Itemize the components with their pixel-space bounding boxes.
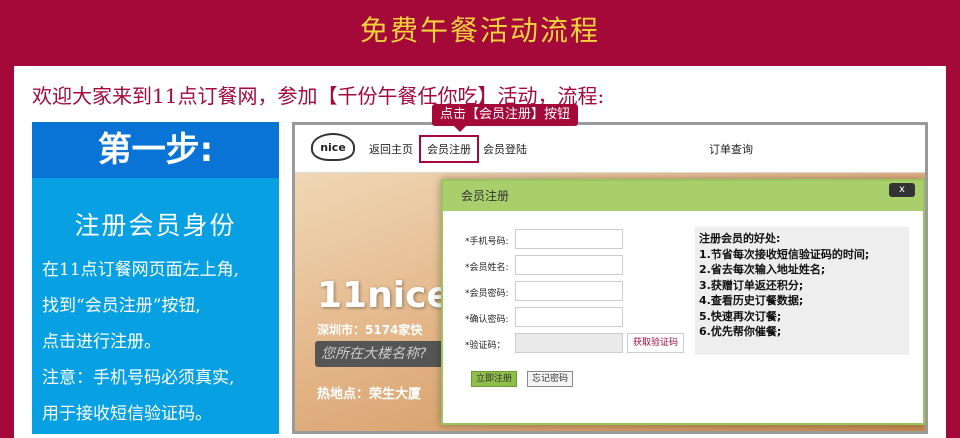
site-navbar: nice 返回主页 会员注册 会员登陆 订单查询 (295, 125, 925, 173)
step-line: 注意：手机号码必须真实, (42, 368, 235, 388)
step-heading: 第一步: (32, 122, 279, 178)
benefit-item: 5.快速再次订餐; (699, 309, 782, 323)
benefit-item: 1.节省每次接收短信验证码的时间; (699, 247, 870, 261)
confirm-password-input[interactable] (515, 307, 623, 327)
benefit-item: 3.获赠订单返还积分; (699, 278, 804, 292)
content-panel: 欢迎大家来到11点订餐网，参加【千份午餐任你吃】活动，流程: 第一步: 注册会员… (14, 66, 946, 438)
register-modal: 会员注册 x *手机号码: *会员姓名: *会员密码: *确认密码: *验证码： (441, 179, 925, 425)
step-line: 找到“会员注册”按钮, (42, 296, 201, 316)
site-screenshot: nice 返回主页 会员注册 会员登陆 订单查询 11nice 深圳市：5174… (292, 122, 928, 434)
field-label: *验证码： (465, 341, 506, 351)
get-code-button[interactable]: 获取验证码 (627, 333, 685, 353)
step-line: 用于接收短信验证码。 (42, 404, 212, 424)
nav-login-link[interactable]: 会员登陆 (483, 141, 527, 157)
field-label: *会员姓名: (465, 263, 509, 273)
page-title: 免费午餐活动流程 (359, 14, 600, 47)
modal-title: 会员注册 (443, 181, 923, 211)
forgot-password-button[interactable]: 忘记密码 (527, 371, 574, 387)
close-icon[interactable]: x (889, 183, 915, 197)
captcha-input[interactable] (515, 333, 623, 353)
step-instructions: 在11点订餐网页面左上角, 找到“会员注册”按钮, 点击进行注册。 注意：手机号… (32, 252, 279, 432)
step-line: 点击进行注册。 (42, 332, 161, 352)
nav-register-link[interactable]: 会员注册 (419, 135, 479, 163)
benefit-item: 注册会员的好处: (699, 232, 781, 245)
nav-order-query-link[interactable]: 订单查询 (709, 141, 753, 157)
hero-search-input[interactable]: 您所在大楼名称? (315, 341, 455, 367)
step-subheading: 注册会员身份 (74, 211, 237, 240)
register-submit-button[interactable]: 立即注册 (471, 371, 518, 387)
phone-input[interactable] (515, 229, 623, 249)
register-callout: 点击【会员注册】按钮 (432, 104, 579, 132)
step-box: 第一步: 注册会员身份 在11点订餐网页面左上角, 找到“会员注册”按钮, 点击… (32, 122, 279, 434)
nav-home-link[interactable]: 返回主页 (369, 141, 413, 157)
field-label: *会员密码: (465, 289, 509, 299)
name-input[interactable] (515, 255, 623, 275)
field-label: *手机号码: (465, 237, 509, 247)
hero-hot-spots: 热地点：荣生大厦 (317, 387, 422, 402)
hero-city: 深圳市：5174家快 (317, 323, 423, 337)
benefits-list: 注册会员的好处: 1.节省每次接收短信验证码的时间; 2.省去每次输入地址姓名;… (695, 227, 909, 355)
site-logo[interactable]: nice (311, 133, 355, 161)
benefit-item: 4.查看历史订餐数据; (699, 294, 804, 307)
benefit-item: 2.省去每次输入地址姓名; (699, 263, 826, 276)
field-label: *确认密码: (465, 315, 509, 325)
benefit-item: 6.优先帮你催餐; (699, 325, 782, 338)
step-line: 在11点订餐网页面左上角, (42, 260, 240, 280)
password-input[interactable] (515, 281, 623, 301)
hero-brand: 11nice (317, 275, 451, 316)
